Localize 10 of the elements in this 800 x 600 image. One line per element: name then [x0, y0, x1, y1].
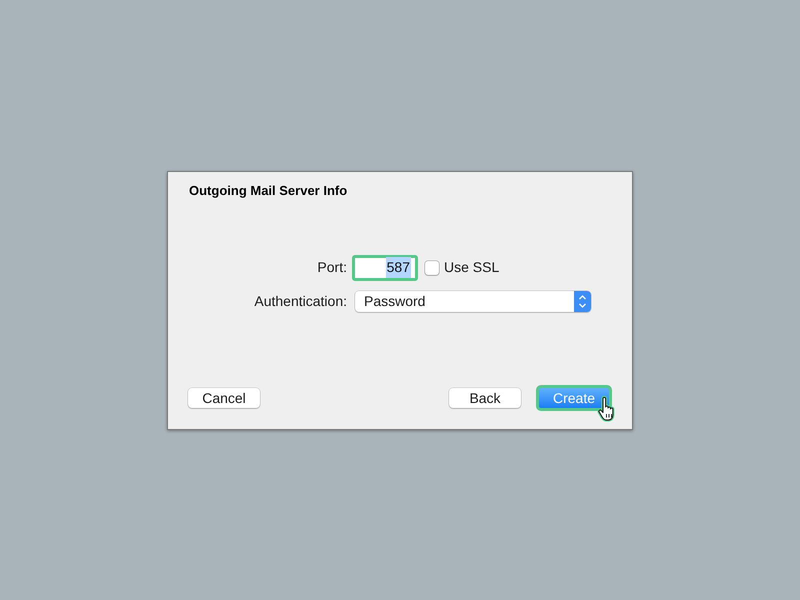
port-field[interactable]: 587	[352, 254, 418, 280]
dialog-title: Outgoing Mail Server Info	[188, 182, 348, 198]
dialog-button[interactable]: Back	[449, 388, 521, 408]
stepper-icon	[574, 290, 591, 312]
port-label: Port:	[317, 258, 347, 277]
checkbox[interactable]	[425, 260, 439, 274]
checkbox-label: Use SSL	[444, 258, 500, 277]
dialog-button[interactable]: Cancel	[188, 388, 260, 408]
authentication-label: Authentication:	[254, 292, 347, 310]
authentication-select[interactable]: Password	[355, 290, 591, 312]
